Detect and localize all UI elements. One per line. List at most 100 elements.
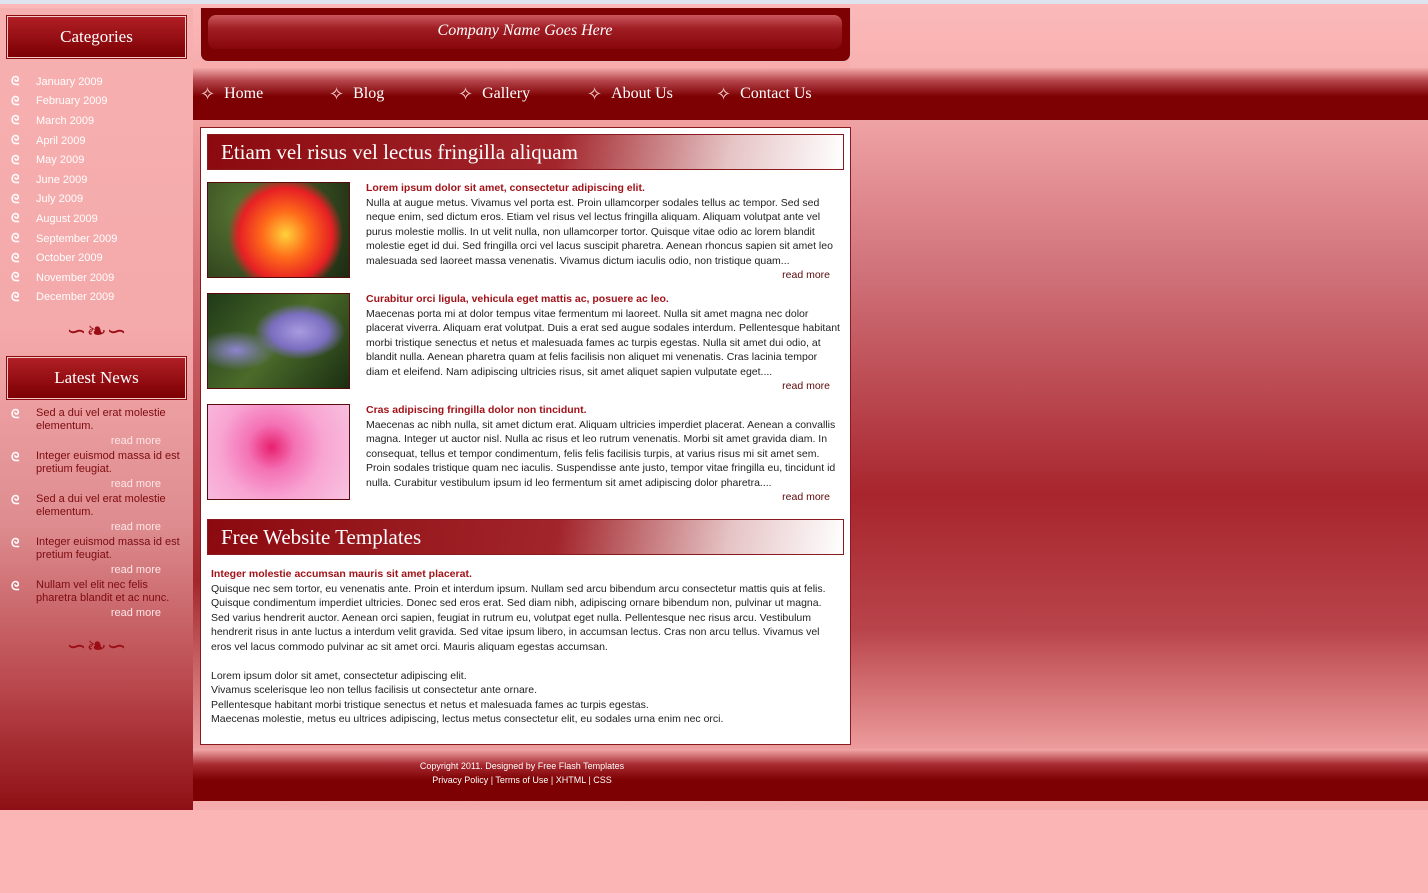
read-more-link[interactable]: read more (366, 268, 840, 283)
news-text: Integer euismod massa id est pretium feu… (36, 536, 180, 562)
section-paragraph: Quisque nec sem tortor, eu venenatis ant… (211, 582, 826, 653)
news-item: ᘓ Integer euismod massa id est pretium fe… (11, 536, 193, 577)
swirl-bullet-icon: ᘓ (11, 211, 19, 226)
category-item[interactable]: ᘓ September 2009 (0, 229, 193, 249)
sparkle-icon: ✧ (458, 83, 474, 104)
categories-heading: Categories (7, 16, 186, 58)
nav-contact-us[interactable]: ✧ Contact Us (716, 84, 845, 105)
read-more-link[interactable]: read more (26, 478, 161, 491)
category-item[interactable]: ᘓ April 2009 (0, 131, 193, 151)
post: Lorem ipsum dolor sit amet, consectetur … (207, 182, 850, 281)
category-item[interactable]: ᘓ February 2009 (0, 92, 193, 112)
swirl-bullet-icon: ᘓ (11, 74, 19, 89)
footer-links: Privacy Policy | Terms of Use | XHTML | … (432, 775, 612, 785)
category-link[interactable]: April 2009 (36, 135, 86, 147)
category-link[interactable]: October 2009 (36, 252, 103, 264)
news-body: Sed a dui vel erat molestie elementum. re… (36, 493, 188, 534)
read-more-link[interactable]: read more (26, 435, 161, 448)
post-heading: Cras adipiscing fringilla dolor non tinc… (366, 404, 587, 416)
section-title: Etiam vel risus vel lectus fringilla ali… (207, 134, 844, 170)
copyright: Copyright 2011. Designed by Free Flash T… (419, 761, 625, 771)
swirl-bullet-icon: ᘓ (11, 250, 19, 265)
section-heading: Integer molestie accumsan mauris sit ame… (211, 568, 472, 580)
news-text: Sed a dui vel erat molestie elementum. (36, 407, 166, 433)
ornament-icon: ∽❧∽ (66, 633, 127, 661)
nav-home[interactable]: ✧ Home (200, 84, 329, 105)
section-title: Free Website Templates (207, 519, 844, 555)
category-item[interactable]: ᘓ October 2009 (0, 248, 193, 268)
category-link[interactable]: August 2009 (36, 213, 98, 225)
post-body: Cras adipiscing fringilla dolor non tinc… (366, 404, 840, 503)
news-body: Nullam vel elit nec felis pharetra bland… (36, 579, 188, 620)
category-link[interactable]: December 2009 (36, 291, 114, 303)
nav-label: Blog (353, 85, 385, 102)
category-link[interactable]: March 2009 (36, 115, 94, 127)
read-more-link[interactable]: read more (366, 490, 840, 505)
category-item[interactable]: ᘓ December 2009 (0, 288, 193, 308)
text-line: Lorem ipsum dolor sit amet, consectetur … (211, 669, 467, 682)
category-link[interactable]: January 2009 (36, 76, 103, 88)
nav-label: Gallery (482, 85, 531, 102)
post-body: Lorem ipsum dolor sit amet, consectetur … (366, 182, 840, 281)
post-text: Maecenas ac nibh nulla, sit amet dictum … (366, 418, 836, 489)
swirl-bullet-icon: ᘓ (11, 231, 19, 246)
category-link[interactable]: May 2009 (36, 154, 84, 166)
swirl-bullet-icon: ᘓ (11, 152, 19, 167)
category-item[interactable]: ᘓ November 2009 (0, 268, 193, 288)
header: Company Name Goes Here (200, 8, 851, 62)
post-image (207, 293, 350, 389)
text-line: Maecenas molestie, metus eu ultrices adi… (211, 713, 724, 725)
category-link[interactable]: September 2009 (36, 233, 117, 245)
news-text: Integer euismod massa id est pretium feu… (36, 450, 180, 476)
nav-label: Contact Us (740, 85, 812, 102)
swirl-bullet-icon: ᘓ (11, 191, 19, 206)
news-body: Integer euismod massa id est pretium feu… (36, 536, 188, 577)
footer-link[interactable]: XHTML (556, 775, 586, 785)
nav-gallery[interactable]: ✧ Gallery (458, 84, 587, 105)
category-link[interactable]: November 2009 (36, 272, 114, 284)
post-heading: Lorem ipsum dolor sit amet, consectetur … (366, 182, 645, 194)
text-line: Pellentesque habitant morbi tristique se… (211, 698, 649, 711)
nav-label: About Us (611, 85, 673, 102)
read-more-link[interactable]: read more (26, 607, 161, 620)
category-item[interactable]: ᘓ August 2009 (0, 209, 193, 229)
news-item: ᘓ Sed a dui vel erat molestie elementum. r… (11, 493, 193, 534)
news-item: ᘓ Sed a dui vel erat molestie elementum. r… (11, 407, 193, 448)
category-link[interactable]: July 2009 (36, 193, 83, 205)
footer-link[interactable]: Terms of Use (495, 775, 548, 785)
category-link[interactable]: June 2009 (36, 174, 87, 186)
news-item: ᘓ Nullam vel elit nec felis pharetra blan… (11, 579, 193, 620)
swirl-bullet-icon: ᘓ (11, 133, 19, 148)
sparkle-icon: ✧ (587, 83, 603, 104)
swirl-bullet-icon: ᘓ (11, 270, 19, 285)
footer-link[interactable]: CSS (593, 775, 612, 785)
category-link[interactable]: February 2009 (36, 95, 108, 107)
category-item[interactable]: ᘓ June 2009 (0, 170, 193, 190)
category-item[interactable]: ᘓ May 2009 (0, 150, 193, 170)
sparkle-icon: ✧ (329, 83, 345, 104)
read-more-link[interactable]: read more (26, 521, 161, 534)
read-more-link[interactable]: read more (26, 564, 161, 577)
news-list: ᘓ Sed a dui vel erat molestie elementum. r… (0, 407, 193, 620)
post-text: Maecenas porta mi at dolor tempus vitae … (366, 307, 840, 378)
footer-link[interactable]: Privacy Policy (432, 775, 488, 785)
post-text: Nulla at augue metus. Vivamus vel porta … (366, 196, 833, 267)
sparkle-icon: ✧ (200, 83, 216, 104)
news-body: Integer euismod massa id est pretium feu… (36, 450, 188, 491)
nav-about-us[interactable]: ✧ About Us (587, 84, 716, 105)
post-heading: Curabitur orci ligula, vehicula eget mat… (366, 293, 669, 305)
sparkle-icon: ✧ (716, 83, 732, 104)
nav-blog[interactable]: ✧ Blog (329, 84, 458, 105)
category-item[interactable]: ᘓ July 2009 (0, 190, 193, 210)
categories-list: ᘓ January 2009 ᘓ February 2009 ᘓ March 2009 ᘓ A… (0, 72, 193, 307)
swirl-bullet-icon: ᘓ (11, 172, 19, 187)
category-item[interactable]: ᘓ January 2009 (0, 72, 193, 92)
text-line: Vivamus scelerisque leo non tellus facil… (211, 684, 538, 696)
category-item[interactable]: ᘓ March 2009 (0, 111, 193, 131)
content: Etiam vel risus vel lectus fringilla ali… (200, 127, 851, 745)
latest-news-heading: Latest News (7, 357, 186, 400)
ornament-icon: ∽❧∽ (66, 318, 127, 346)
nav-label: Home (224, 85, 264, 102)
post: Cras adipiscing fringilla dolor non tinc… (207, 404, 850, 503)
read-more-link[interactable]: read more (366, 379, 840, 394)
